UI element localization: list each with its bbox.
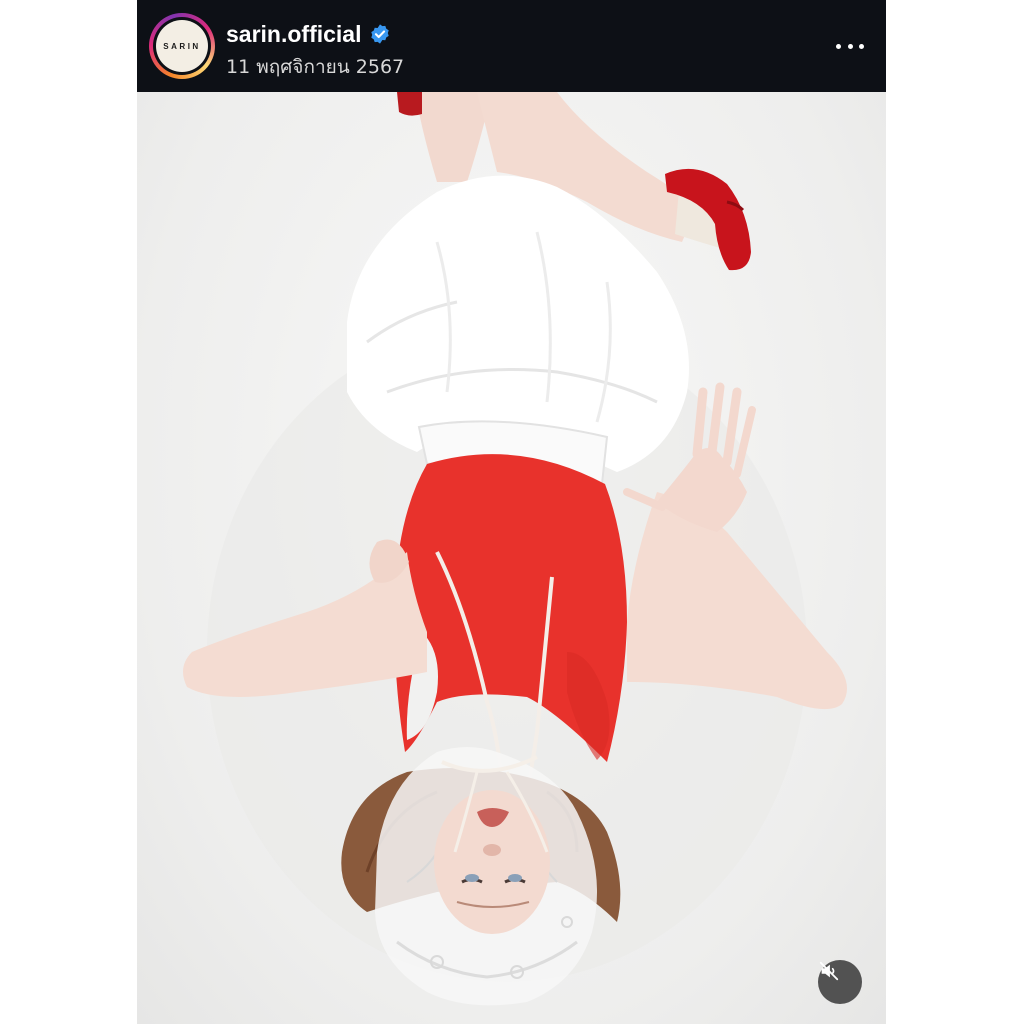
more-options-button[interactable] xyxy=(832,36,868,56)
mute-toggle-button[interactable] xyxy=(818,960,862,1004)
post-date: 11 พฤศจิกายน 2567 xyxy=(226,56,405,78)
username-row: sarin.official xyxy=(226,20,391,48)
fashion-photo-illustration xyxy=(183,92,847,1006)
verified-badge-icon xyxy=(371,24,390,44)
more-horizontal-icon xyxy=(836,43,841,49)
story-ring[interactable]: SARIN xyxy=(149,13,215,79)
avatar: SARIN xyxy=(156,20,208,72)
username-link[interactable]: sarin.official xyxy=(226,21,361,48)
red-shoe-left xyxy=(397,92,422,116)
post-photo[interactable] xyxy=(137,92,886,1024)
post-header: SARIN sarin.official 11 พฤศจิกายน 2567 xyxy=(137,0,886,92)
instagram-post: SARIN sarin.official 11 พฤศจิกายน 2567 xyxy=(137,0,886,1024)
speaker-muted-icon xyxy=(819,961,839,981)
